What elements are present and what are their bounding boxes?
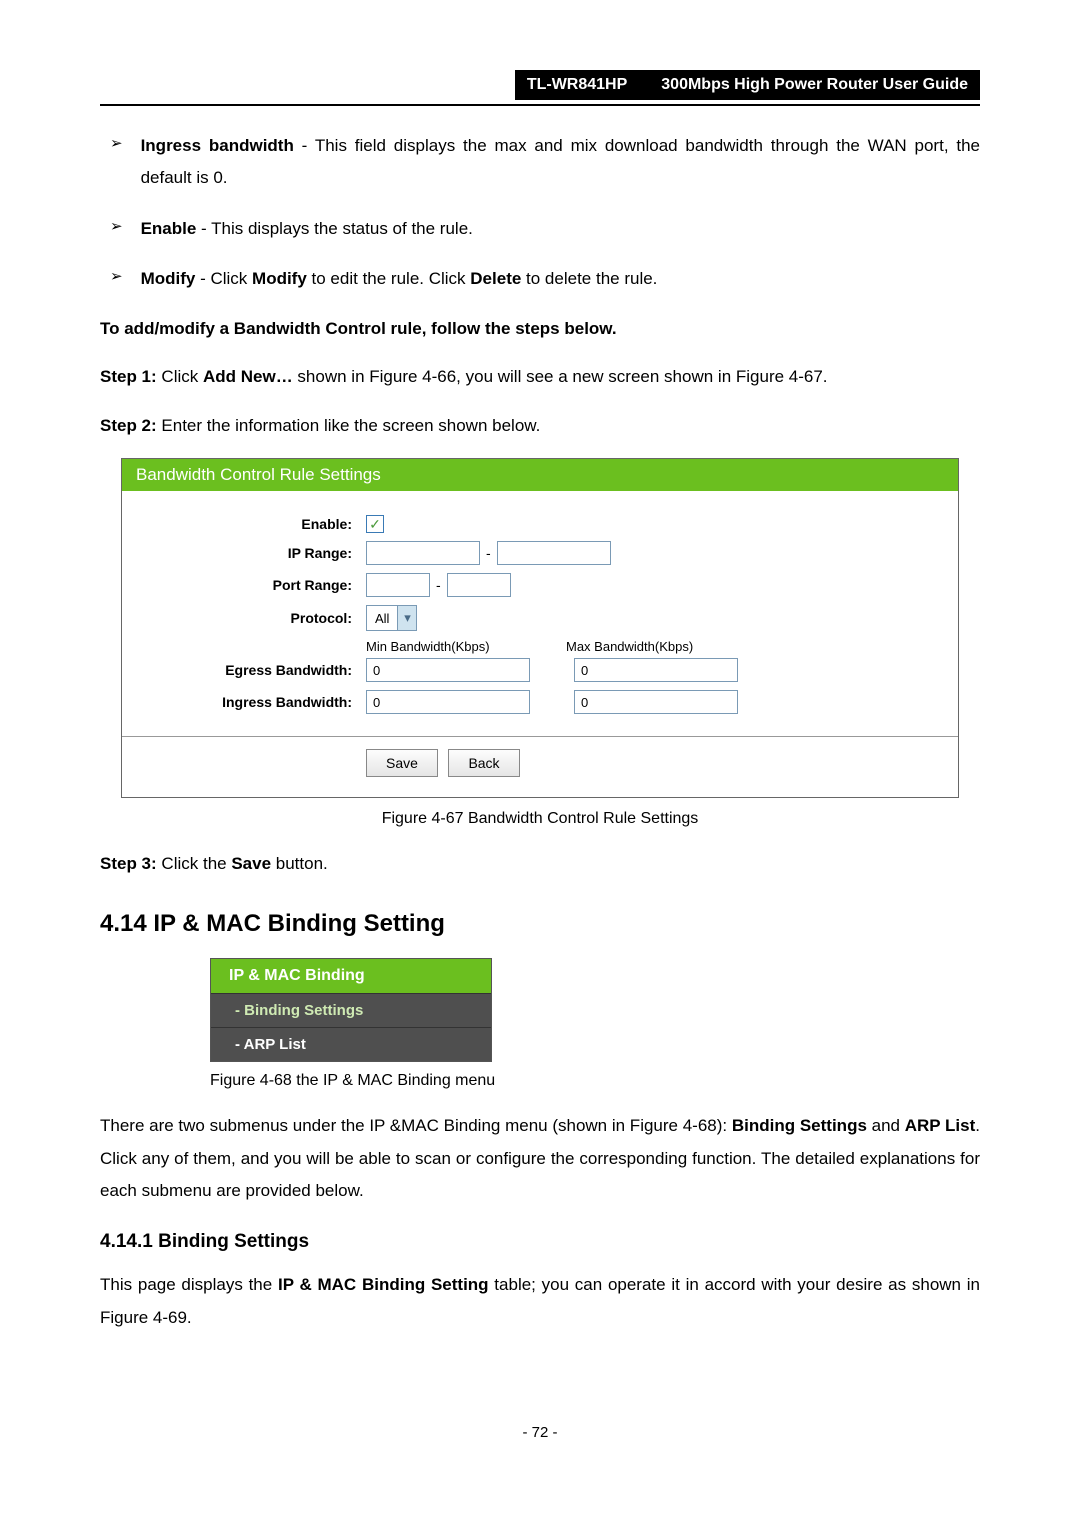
row-protocol: Protocol: All ▾ — [122, 601, 958, 635]
figure-4-68-caption: Figure 4-68 the IP & MAC Binding menu — [210, 1072, 980, 1090]
t: Enter the information like the screen sh… — [157, 416, 541, 435]
header-divider — [100, 104, 980, 106]
page-header: TL-WR841HP 300Mbps High Power Router Use… — [100, 70, 980, 100]
ingress-min-input[interactable]: 0 — [366, 690, 530, 714]
egress-min-input[interactable]: 0 — [366, 658, 530, 682]
step-1: Step 1: Click Add New… shown in Figure 4… — [100, 361, 980, 393]
ip-mac-binding-menu: IP & MAC Binding - Binding Settings - AR… — [210, 958, 492, 1062]
enable-checkbox[interactable]: ✓ — [366, 515, 384, 533]
bullet-ingress: ➢ Ingress bandwidth - This field display… — [110, 130, 980, 195]
port-range-start-input[interactable] — [366, 573, 430, 597]
bw-header-row: Min Bandwidth(Kbps) Max Bandwidth(Kbps) — [122, 639, 958, 654]
header-title: 300Mbps High Power Router User Guide — [649, 70, 980, 100]
section-4-14-1-heading: 4.14.1 Binding Settings — [100, 1231, 980, 1253]
panel-footer: Save Back — [122, 737, 958, 789]
bandwidth-control-panel: Bandwidth Control Rule Settings Enable: … — [121, 458, 959, 798]
panel-title: Bandwidth Control Rule Settings — [122, 459, 958, 491]
protocol-value: All — [367, 611, 397, 626]
bullet-enable: ➢ Enable - This displays the status of t… — [110, 213, 980, 245]
t: and — [867, 1116, 905, 1135]
menu-binding-settings[interactable]: - Binding Settings — [211, 993, 491, 1027]
label-egress: Egress Bandwidth: — [122, 662, 366, 678]
label-ingress: Ingress Bandwidth: — [122, 694, 366, 710]
arrow-icon: ➢ — [110, 263, 123, 295]
row-enable: Enable: ✓ — [122, 511, 958, 537]
panel-body: Enable: ✓ IP Range: - Port Range: - — [122, 491, 958, 797]
term: Ingress bandwidth — [141, 136, 294, 155]
port-range-end-input[interactable] — [447, 573, 511, 597]
t: Add New… — [203, 367, 293, 386]
t: Delete — [470, 269, 521, 288]
egress-max-input[interactable]: 0 — [574, 658, 738, 682]
bullet-modify: ➢ Modify - Click Modify to edit the rule… — [110, 263, 980, 295]
row-ingress: Ingress Bandwidth: 0 0 — [122, 686, 958, 718]
add-modify-heading: To add/modify a Bandwidth Control rule, … — [100, 313, 980, 345]
rest: - This displays the status of the rule. — [196, 219, 473, 238]
model-text: TL-WR841HP — [527, 76, 627, 94]
t: There are two submenus under the IP &MAC… — [100, 1116, 732, 1135]
t: to edit the rule. Click — [307, 269, 470, 288]
bullet-text: Enable - This displays the status of the… — [141, 213, 473, 245]
label-ip-range: IP Range: — [122, 545, 366, 561]
t: button. — [271, 854, 328, 873]
step-label: Step 3: — [100, 854, 157, 873]
t: This page displays the — [100, 1275, 278, 1294]
t: ARP List — [905, 1116, 976, 1135]
t: IP & MAC Binding Setting — [278, 1275, 489, 1294]
label-enable: Enable: — [122, 516, 366, 532]
term: Modify — [141, 269, 196, 288]
back-button[interactable]: Back — [448, 749, 520, 777]
figure-4-67-caption: Figure 4-67 Bandwidth Control Rule Setti… — [100, 810, 980, 828]
page-number: - 72 - — [100, 1424, 980, 1441]
t: Save — [231, 854, 271, 873]
dash: - — [436, 577, 441, 593]
t: to delete the rule. — [521, 269, 657, 288]
protocol-select[interactable]: All ▾ — [366, 605, 417, 631]
header-model: TL-WR841HP — [515, 70, 649, 100]
menu-header[interactable]: IP & MAC Binding — [211, 959, 491, 993]
arrow-icon: ➢ — [110, 213, 123, 245]
chevron-down-icon: ▾ — [397, 606, 416, 630]
save-button[interactable]: Save — [366, 749, 438, 777]
row-port-range: Port Range: - — [122, 569, 958, 601]
t: Binding Settings — [732, 1116, 867, 1135]
label-port-range: Port Range: — [122, 577, 366, 593]
dash: - — [486, 545, 491, 561]
bullet-text: Modify - Click Modify to edit the rule. … — [141, 263, 658, 295]
label-protocol: Protocol: — [122, 610, 366, 626]
menu-arp-list[interactable]: - ARP List — [211, 1027, 491, 1061]
binding-paragraph: There are two submenus under the IP &MAC… — [100, 1110, 980, 1207]
t: Click the — [157, 854, 232, 873]
bw-max-header: Max Bandwidth(Kbps) — [566, 639, 766, 654]
binding-settings-paragraph: This page displays the IP & MAC Binding … — [100, 1269, 980, 1334]
t: - Click — [195, 269, 252, 288]
step-3: Step 3: Click the Save button. — [100, 848, 980, 880]
t: shown in Figure 4-66, you will see a new… — [293, 367, 828, 386]
section-4-14-heading: 4.14 IP & MAC Binding Setting — [100, 910, 980, 938]
ip-range-end-input[interactable] — [497, 541, 611, 565]
bw-min-header: Min Bandwidth(Kbps) — [366, 639, 566, 654]
step-label: Step 2: — [100, 416, 157, 435]
t: Modify — [252, 269, 307, 288]
ip-range-start-input[interactable] — [366, 541, 480, 565]
row-egress: Egress Bandwidth: 0 0 — [122, 654, 958, 686]
t: Click — [157, 367, 203, 386]
step-label: Step 1: — [100, 367, 157, 386]
row-ip-range: IP Range: - — [122, 537, 958, 569]
term: Enable — [141, 219, 197, 238]
arrow-icon: ➢ — [110, 130, 123, 195]
ingress-max-input[interactable]: 0 — [574, 690, 738, 714]
bullet-text: Ingress bandwidth - This field displays … — [141, 130, 980, 195]
step-2: Step 2: Enter the information like the s… — [100, 410, 980, 442]
